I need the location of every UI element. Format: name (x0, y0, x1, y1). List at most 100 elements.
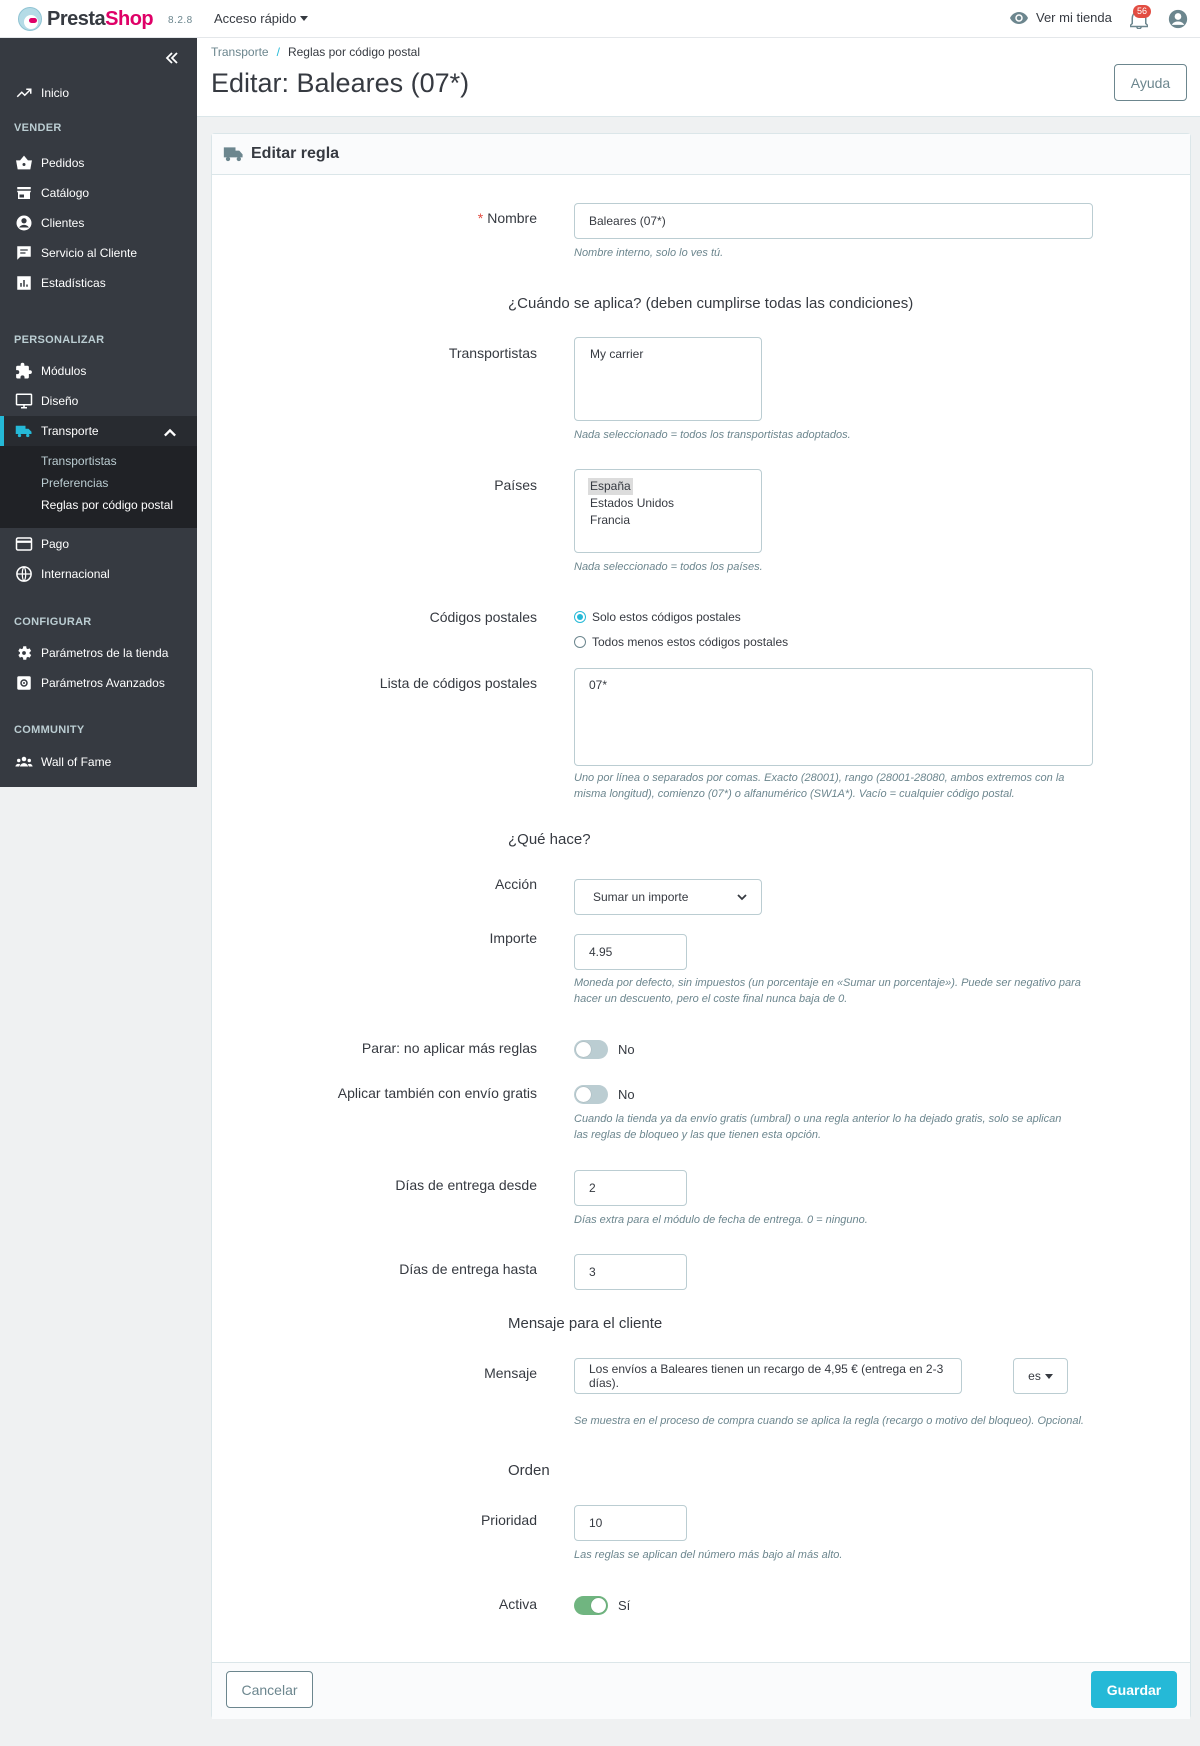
sidebar-item-international[interactable]: Internacional (0, 559, 197, 589)
radio-except[interactable] (574, 636, 586, 648)
amount-help: Moneda por defecto, sin impuestos (un po… (574, 975, 1081, 1007)
version-label: 8.2.8 (168, 15, 193, 26)
sidebar-item-customer-service[interactable]: Servicio al Cliente (0, 238, 197, 268)
sidebar-item-label: Clientes (41, 216, 85, 230)
credit-card-icon (15, 537, 33, 551)
amount-input[interactable]: 4.95 (574, 934, 687, 970)
shopping-basket-icon (16, 155, 32, 170)
sidebar-item-customers[interactable]: Clientes (0, 208, 197, 238)
message-help: Se muestra en el proceso de compra cuand… (574, 1415, 1084, 1427)
name-label-text: Nombre (487, 210, 537, 226)
help-line: hacer un descuento, pero el coste final … (574, 993, 848, 1005)
sidebar-item-label: Parámetros de la tienda (41, 646, 169, 660)
delivery-from-help: Días extra para el módulo de fecha de en… (574, 1214, 868, 1226)
panel-footer: Cancelar Guardar (212, 1662, 1190, 1719)
postcodes-except-label: Todos menos estos códigos postales (592, 635, 789, 649)
postcodes-only-label: Solo estos códigos postales (592, 610, 741, 624)
active-switch-row[interactable]: Sí (574, 1596, 630, 1615)
sidebar-section-sell: VENDER (14, 122, 62, 134)
prestashop-logo[interactable]: PrestaShop (18, 7, 154, 31)
postcodes-except-radio-row[interactable]: Todos menos estos códigos postales (574, 635, 788, 649)
submenu-item-preferences[interactable]: Preferencias (41, 476, 108, 490)
name-input[interactable]: Baleares (07*) (574, 203, 1093, 239)
delivery-from-label: Días de entrega desde (395, 1177, 537, 1193)
view-store-link[interactable]: Ver mi tienda (1010, 10, 1112, 25)
breadcrumb-parent[interactable]: Transporte (211, 45, 269, 59)
sidebar-item-stats[interactable]: Estadísticas (0, 268, 197, 298)
country-option[interactable]: Estados Unidos (590, 495, 761, 512)
message-input[interactable]: Los envíos a Baleares tienen un recargo … (574, 1358, 962, 1394)
postcodes-only-radio-row[interactable]: Solo estos códigos postales (574, 610, 741, 624)
priority-input[interactable]: 10 (574, 1505, 687, 1541)
sidebar: Inicio VENDER Pedidos Catálogo Clientes … (0, 38, 197, 787)
radio-only-selected[interactable] (574, 611, 586, 623)
countries-multiselect[interactable]: España Estados Unidos Francia (574, 469, 762, 553)
delivery-to-input[interactable]: 3 (574, 1254, 687, 1290)
quick-access-dropdown[interactable]: Acceso rápido (214, 11, 309, 26)
country-option-selected[interactable]: España (588, 478, 633, 495)
amount-label: Importe (489, 930, 537, 946)
sidebar-item-label: Internacional (41, 567, 110, 581)
action-select[interactable]: Sumar un importe (574, 879, 762, 915)
postcode-list-textarea[interactable]: 07* (574, 668, 1093, 766)
chat-icon (17, 246, 31, 260)
action-label: Acción (494, 876, 537, 892)
toggle-knob (591, 1598, 606, 1613)
countries-help: Nada seleccionado = todos los países. (574, 561, 763, 573)
chevron-up-icon (164, 428, 176, 437)
free-shipping-switch-row[interactable]: No (574, 1085, 635, 1104)
submenu-item-postcode-rules[interactable]: Reglas por código postal (41, 498, 173, 512)
breadcrumb: Transporte / Reglas por código postal (211, 45, 420, 59)
help-button[interactable]: Ayuda (1114, 64, 1187, 101)
panel-header: Editar regla (212, 134, 1190, 175)
sidebar-item-label: Pago (41, 537, 70, 551)
help-line: Uno por línea o separados por comas. Exa… (574, 772, 1065, 784)
sidebar-item-advanced-params[interactable]: Parámetros Avanzados (0, 668, 197, 698)
caret-down-icon (1044, 1373, 1053, 1379)
postcode-list-help: Uno por línea o separados por comas. Exa… (574, 770, 1064, 802)
what-does-title: ¿Qué hace? (508, 831, 591, 848)
user-account-icon[interactable] (1168, 9, 1188, 29)
submenu-item-carriers[interactable]: Transportistas (41, 454, 117, 468)
sidebar-item-wall-of-fame[interactable]: Wall of Fame (0, 747, 197, 777)
settings-box-icon (17, 676, 31, 690)
stop-toggle[interactable] (574, 1040, 608, 1059)
toggle-knob (576, 1087, 591, 1102)
sidebar-item-shipping[interactable]: Transporte (0, 416, 197, 446)
sidebar-section-configure: CONFIGURAR (14, 616, 92, 628)
logo-text-presta: Presta (47, 7, 106, 30)
caret-down-icon (300, 16, 309, 21)
sidebar-item-orders[interactable]: Pedidos (0, 148, 197, 178)
delivery-from-input[interactable]: 2 (574, 1170, 687, 1206)
free-shipping-toggle[interactable] (574, 1085, 608, 1104)
cancel-button[interactable]: Cancelar (226, 1671, 313, 1708)
sidebar-item-modules[interactable]: Módulos (0, 356, 197, 386)
carrier-option[interactable]: My carrier (590, 346, 761, 363)
stop-switch-row[interactable]: No (574, 1040, 635, 1059)
save-button[interactable]: Guardar (1091, 1671, 1177, 1708)
collapse-sidebar-icon[interactable] (164, 50, 180, 66)
carriers-multiselect[interactable]: My carrier (574, 337, 762, 421)
language-code: es (1028, 1369, 1041, 1383)
sidebar-item-label: Inicio (41, 86, 70, 100)
free-shipping-label: Aplicar también con envío gratis (337, 1085, 537, 1101)
sidebar-item-label: Servicio al Cliente (41, 246, 138, 260)
notifications-badge: 56 (1133, 5, 1152, 18)
language-selector[interactable]: es (1013, 1358, 1068, 1394)
chevron-down-icon (737, 894, 747, 901)
stop-state: No (618, 1042, 635, 1057)
sidebar-item-label: Diseño (41, 394, 79, 408)
active-toggle[interactable] (574, 1596, 608, 1615)
carriers-help: Nada seleccionado = todos los transporti… (574, 429, 851, 441)
priority-help: Las reglas se aplican del número más baj… (574, 1549, 843, 1561)
sidebar-item-payment[interactable]: Pago (0, 529, 197, 559)
help-line: misma longitud), comienzo (07*) o alfanu… (574, 788, 1015, 800)
country-option[interactable]: Francia (590, 512, 761, 529)
sidebar-item-shop-params[interactable]: Parámetros de la tienda (0, 638, 197, 668)
sidebar-item-home[interactable]: Inicio (0, 78, 197, 108)
sidebar-item-label: Catálogo (41, 186, 90, 200)
breadcrumb-separator: / (276, 45, 280, 59)
sidebar-item-catalog[interactable]: Catálogo (0, 178, 197, 208)
sidebar-item-design[interactable]: Diseño (0, 386, 197, 416)
help-line: las reglas de bloqueo y las que tienen e… (574, 1129, 822, 1141)
